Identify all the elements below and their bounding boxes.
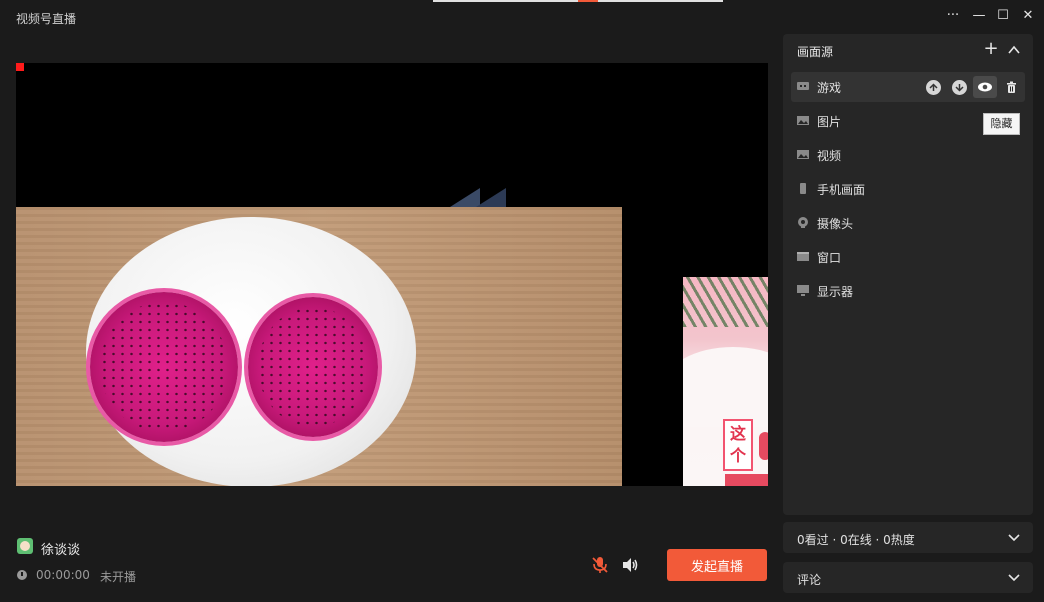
source-item-label: 游戏 bbox=[817, 81, 842, 95]
video-icon bbox=[797, 150, 809, 159]
window-icon bbox=[797, 252, 809, 261]
streamer-name: 徐谈谈 bbox=[41, 543, 81, 558]
game-icon bbox=[797, 82, 809, 90]
top-edge-accent bbox=[578, 0, 598, 2]
source-item-window[interactable]: 窗口 bbox=[791, 242, 1025, 272]
avatar bbox=[17, 538, 33, 554]
stats-label: 0看过 · 0在线 · 0热度 bbox=[797, 533, 915, 547]
leaf-graphic bbox=[683, 277, 768, 327]
selection-marker bbox=[16, 63, 24, 71]
source-item-game[interactable]: 游戏 bbox=[791, 72, 1025, 102]
add-source-icon[interactable]: + bbox=[982, 40, 1000, 58]
source-panel-title: 画面源 bbox=[797, 45, 834, 59]
image-icon bbox=[797, 116, 809, 125]
source-item-label: 手机画面 bbox=[817, 183, 866, 197]
title-bar: 视频号直播 ··· — ☐ ✕ bbox=[0, 0, 1044, 34]
stats-row[interactable]: 0看过 · 0在线 · 0热度 bbox=[783, 522, 1033, 553]
move-up-icon[interactable] bbox=[926, 80, 941, 95]
monitor-icon bbox=[797, 285, 809, 296]
chevron-up-icon[interactable] bbox=[1006, 42, 1022, 58]
source-item-label: 摄像头 bbox=[817, 217, 854, 231]
comments-row[interactable]: 评论 bbox=[783, 562, 1033, 593]
move-down-icon[interactable] bbox=[952, 80, 967, 95]
more-options-button[interactable]: ··· bbox=[943, 7, 963, 25]
chevron-down-icon bbox=[1008, 534, 1020, 542]
chevron-down-icon bbox=[1008, 574, 1020, 582]
live-status: 未开播 bbox=[100, 570, 137, 584]
speaker-icon[interactable] bbox=[620, 555, 640, 575]
close-button[interactable]: ✕ bbox=[1018, 7, 1038, 25]
video-source-poster[interactable]: 这个 bbox=[683, 277, 768, 486]
maximize-button[interactable]: ☐ bbox=[993, 7, 1013, 25]
source-item-phone[interactable]: 手机画面 bbox=[791, 174, 1025, 204]
mic-muted-icon[interactable] bbox=[590, 555, 610, 575]
start-live-button[interactable]: 发起直播 bbox=[667, 549, 767, 581]
comments-label: 评论 bbox=[797, 573, 822, 587]
source-item-label: 视频 bbox=[817, 149, 842, 163]
poster-text: 这个 bbox=[723, 419, 753, 471]
live-timer: 00:00:00 bbox=[36, 568, 90, 582]
live-preview-canvas[interactable]: 这个 bbox=[16, 63, 768, 486]
dragon-fruit-half bbox=[90, 292, 238, 442]
hide-tooltip: 隐藏 bbox=[983, 113, 1020, 135]
dragon-fruit-half bbox=[248, 297, 378, 437]
image-source-photo[interactable] bbox=[16, 207, 622, 486]
source-item-camera[interactable]: 摄像头 bbox=[791, 208, 1025, 238]
camera-icon bbox=[798, 217, 808, 228]
source-item-label: 窗口 bbox=[817, 251, 842, 265]
trash-icon[interactable] bbox=[1004, 80, 1019, 95]
eye-icon[interactable] bbox=[973, 76, 997, 98]
phone-icon bbox=[800, 183, 806, 194]
source-item-monitor[interactable]: 显示器 bbox=[791, 276, 1025, 306]
source-panel: 画面源 + 游戏 图片 视频 手机画面 摄像头 窗口 显示器 bbox=[783, 34, 1033, 515]
minimize-button[interactable]: — bbox=[969, 7, 989, 25]
source-item-label: 图片 bbox=[817, 115, 842, 129]
window-title: 视频号直播 bbox=[16, 12, 77, 26]
game-source-graphic bbox=[450, 188, 506, 207]
clock-icon bbox=[17, 570, 27, 580]
source-item-label: 显示器 bbox=[817, 285, 854, 299]
source-item-video[interactable]: 视频 bbox=[791, 140, 1025, 170]
